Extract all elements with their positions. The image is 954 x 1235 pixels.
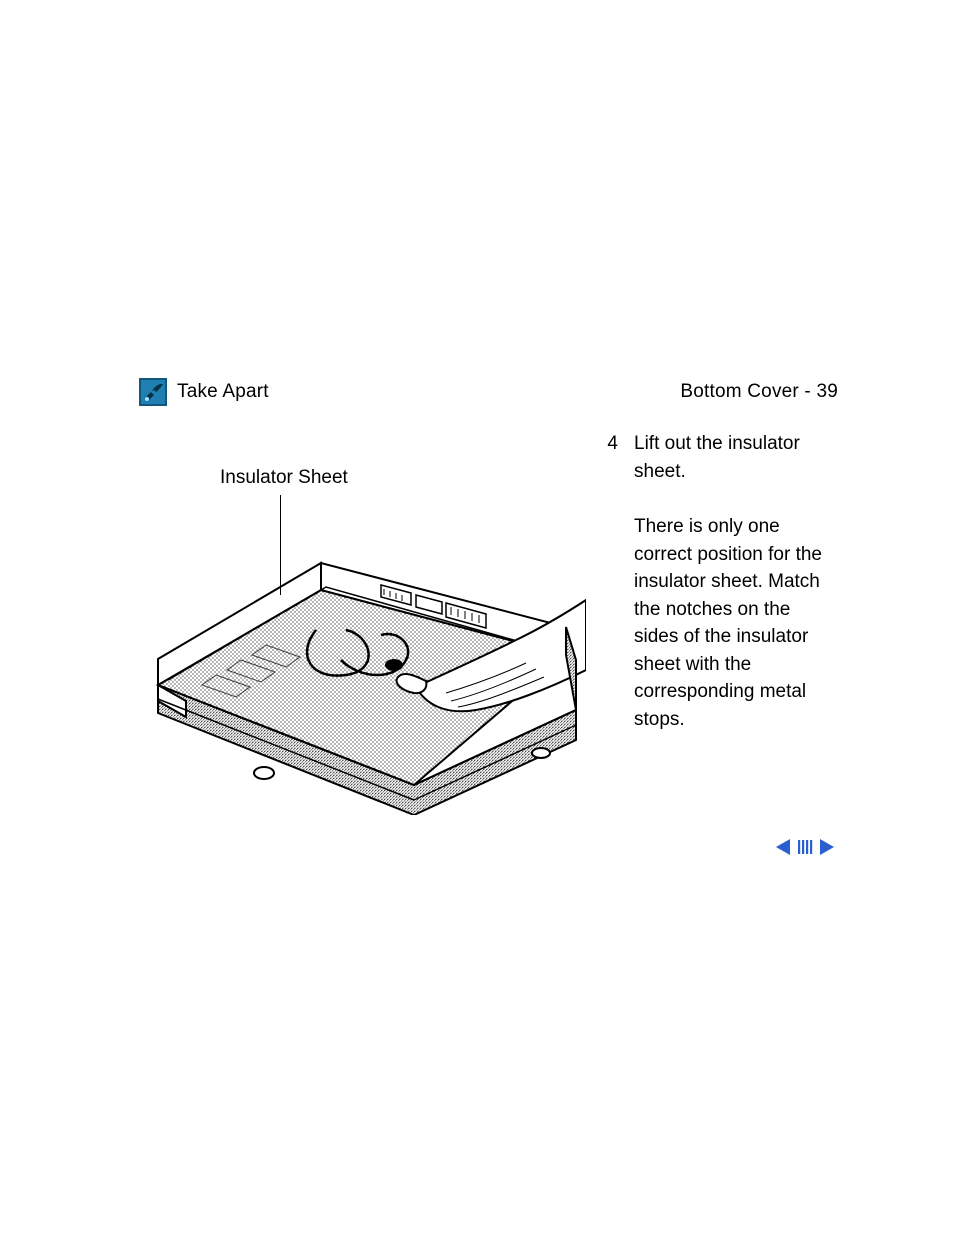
figure-label: Insulator Sheet [220, 467, 348, 489]
page-nav [774, 837, 836, 857]
header-right: Bottom Cover - 39 [680, 381, 838, 403]
header-separator: - [799, 381, 817, 402]
figure-leader-line [280, 495, 281, 595]
next-page-icon[interactable] [816, 837, 836, 857]
step-note: There is only one correct position for t… [634, 513, 829, 733]
step-number: 4 [604, 430, 618, 485]
page: Take Apart Bottom Cover - 39 Insulator S… [0, 0, 954, 1235]
page-number: 39 [816, 381, 838, 402]
figure: Insulator Sheet [146, 455, 586, 815]
instruction-column: 4 Lift out the insulator sheet. There is… [604, 430, 829, 733]
step-text: Lift out the insulator sheet. [634, 430, 829, 485]
insulator-sheet-illustration [146, 455, 586, 815]
prev-page-icon[interactable] [774, 837, 794, 857]
topic-title: Bottom Cover [680, 381, 799, 402]
step: 4 Lift out the insulator sheet. [604, 430, 829, 485]
take-apart-icon [139, 378, 167, 406]
header-left: Take Apart [139, 378, 269, 406]
page-nav-bars-icon[interactable] [796, 837, 814, 857]
page-header: Take Apart Bottom Cover - 39 [139, 378, 838, 406]
section-title: Take Apart [177, 381, 269, 403]
